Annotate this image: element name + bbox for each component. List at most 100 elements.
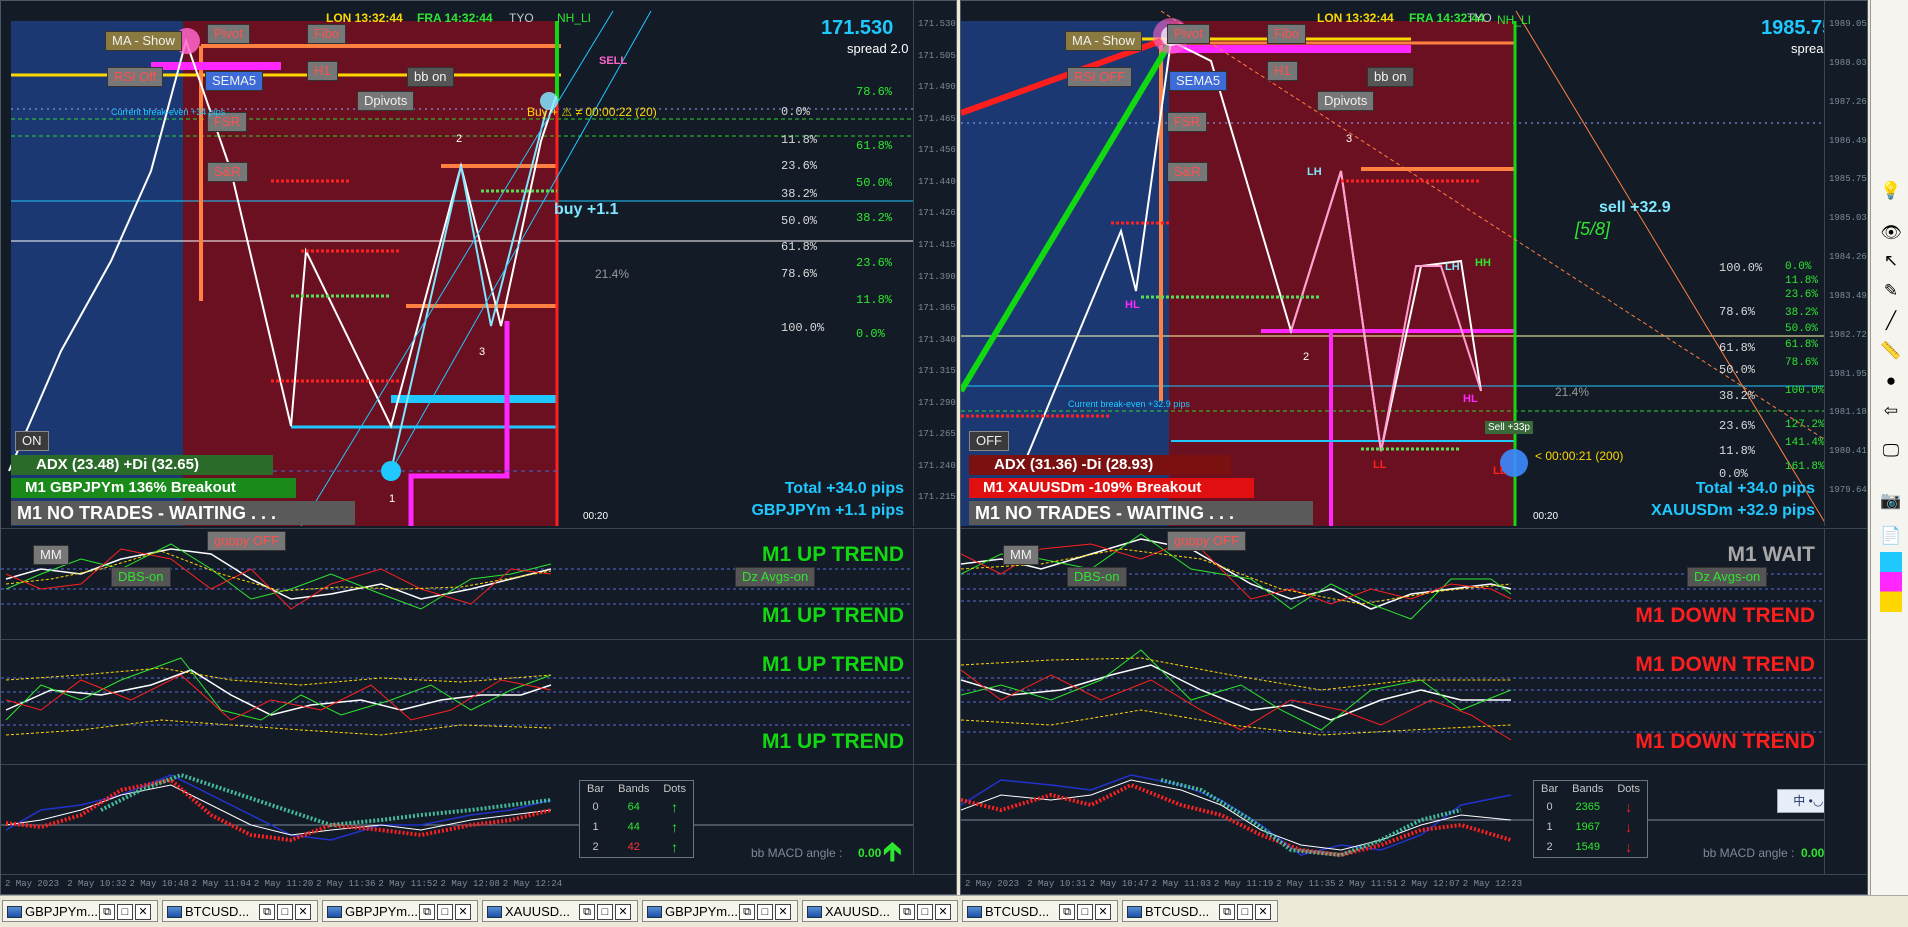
bar-bands-table: Bar Bands Dots 0 64 ↑ 1 44 ↑ 2 42 ↑: [579, 780, 694, 858]
close-icon[interactable]: ✕: [935, 904, 951, 920]
maximize-icon[interactable]: □: [1077, 904, 1093, 920]
sell-timer: < 00:00:21 (200): [1535, 449, 1624, 463]
cursor-icon[interactable]: ↖: [1880, 250, 1902, 272]
rsi-button[interactable]: RSI Off: [107, 67, 164, 87]
restore-icon[interactable]: ⧉: [739, 904, 755, 920]
close-icon[interactable]: ✕: [1255, 904, 1271, 920]
rsi-button[interactable]: RSI OFF: [1067, 67, 1133, 87]
oscillator-pane-1[interactable]: MM guppy OFF DBS-on Dz Avgs-on M1 WAIT M…: [961, 528, 1867, 639]
dz-avgs-button[interactable]: Dz Avgs-on: [1687, 567, 1768, 587]
macd-pane[interactable]: Bar Bands Dots 0 64 ↑ 1 44 ↑ 2 42 ↑ bb MACD angle :…: [1, 764, 956, 875]
bar-table-cell: 42: [627, 841, 640, 853]
chart-window-xauusd[interactable]: LON 13:32:44 FRA 14:32:44 TYO NH_LI 1985…: [960, 0, 1868, 895]
price-tick-label: 171.456: [918, 145, 956, 156]
mm-button[interactable]: MM: [33, 545, 69, 565]
restore-icon[interactable]: ⧉: [259, 904, 275, 920]
close-icon[interactable]: ✕: [775, 904, 791, 920]
dz-avgs-button[interactable]: Dz Avgs-on: [735, 567, 816, 587]
on-toggle-button[interactable]: ON: [15, 431, 49, 451]
sr-button[interactable]: S&R: [1167, 162, 1208, 182]
fsr-button[interactable]: FSR: [1167, 112, 1207, 132]
arrow-icon[interactable]: ⇦: [1880, 400, 1902, 422]
chart-window-gbpjpy[interactable]: LON 13:32:44 FRA 14:32:44 TYO NH_LI SELL…: [0, 0, 957, 895]
price-tick-label: 171.440: [918, 176, 956, 187]
bulb-icon[interactable]: 💡: [1880, 180, 1902, 202]
time-tick-label: 2 May 11:35: [1276, 879, 1336, 889]
oscillator-pane-2[interactable]: M1 DOWN TREND M1 DOWN TREND: [961, 639, 1867, 764]
restore-icon[interactable]: ⧉: [1219, 904, 1235, 920]
price-axis[interactable]: 171.530 171.505 171.490 171.465 171.456 171.4…: [913, 1, 956, 526]
chart-tab[interactable]: BTCUSD... ⧉ □ ✕: [962, 900, 1118, 922]
camera-icon[interactable]: 📷: [1880, 490, 1902, 512]
close-icon[interactable]: ✕: [615, 904, 631, 920]
chart-tab[interactable]: GBPJPYm... ⧉ □ ✕: [2, 900, 158, 922]
ruler-icon[interactable]: 📏: [1880, 340, 1902, 362]
ime-language-icon[interactable]: 中: [1793, 794, 1805, 808]
pivot-button[interactable]: Pivot: [207, 24, 250, 44]
restore-icon[interactable]: ⧉: [579, 904, 595, 920]
close-icon[interactable]: ✕: [455, 904, 471, 920]
mm-button[interactable]: MM: [1003, 545, 1039, 565]
chart-tab[interactable]: XAUUSD... ⧉ □ ✕: [482, 900, 638, 922]
dpivots-button[interactable]: Dpivots: [1317, 91, 1375, 111]
nh-label: NH_LI: [1497, 13, 1532, 27]
wave-label: 3: [479, 346, 486, 358]
main-price-pane[interactable]: LON 13:32:44 FRA 14:32:44 TYO NH_LI 1985…: [961, 1, 1867, 526]
chart-tab[interactable]: BTCUSD... ⧉ □ ✕: [162, 900, 318, 922]
h1-button[interactable]: H1: [307, 61, 338, 81]
oscillator-pane-2[interactable]: M1 UP TREND M1 UP TREND: [1, 639, 956, 764]
h1-button[interactable]: H1: [1267, 61, 1298, 81]
price-tick-label: 1981.180: [1829, 407, 1868, 418]
main-price-pane[interactable]: LON 13:32:44 FRA 14:32:44 TYO NH_LI SELL…: [1, 1, 956, 526]
line-icon[interactable]: ╱: [1880, 310, 1902, 332]
maximize-icon[interactable]: □: [757, 904, 773, 920]
chart-tab[interactable]: XAUUSD... ⧉ □ ✕: [802, 900, 958, 922]
page-icon[interactable]: 📄: [1880, 525, 1902, 547]
oscillator-pane-1[interactable]: MM guppy OFF DBS-on Dz Avgs-on M1 UP TRE…: [1, 528, 956, 639]
dpivots-button[interactable]: Dpivots: [357, 91, 415, 111]
bb-on-button[interactable]: bb on: [1367, 67, 1414, 87]
close-icon[interactable]: ✕: [1095, 904, 1111, 920]
chart-tab[interactable]: GBPJPYm... ⧉ □ ✕: [322, 900, 478, 922]
pivot-button[interactable]: Pivot: [1167, 24, 1210, 44]
guppy-button[interactable]: guppy OFF: [1167, 531, 1247, 551]
eye-icon[interactable]: 👁: [1880, 222, 1902, 244]
macd-pane[interactable]: BarBandsDots02365↓11967↓21549↓ 中 •◡ ☆ bb…: [961, 764, 1867, 875]
close-icon[interactable]: ✕: [135, 904, 151, 920]
maximize-icon[interactable]: □: [917, 904, 933, 920]
color-swatches-icon[interactable]: [1880, 552, 1902, 612]
restore-icon[interactable]: ⧉: [899, 904, 915, 920]
maximize-icon[interactable]: □: [437, 904, 453, 920]
dbs-button[interactable]: DBS-on: [1067, 567, 1127, 587]
bar-table-cell: 1967: [1575, 821, 1600, 833]
ime-punct-icon[interactable]: •◡: [1809, 794, 1824, 808]
sr-button[interactable]: S&R: [207, 162, 248, 182]
restore-icon[interactable]: ⧉: [1059, 904, 1075, 920]
fib-level-green-label: 38.2%: [1785, 307, 1819, 319]
ma-show-button[interactable]: MA - Show: [1065, 31, 1142, 51]
chart-tab[interactable]: BTCUSD... ⧉ □ ✕: [1122, 900, 1278, 922]
maximize-icon[interactable]: □: [277, 904, 293, 920]
maximize-icon[interactable]: □: [1237, 904, 1253, 920]
price-tick-label: 171.340: [918, 334, 956, 345]
fibo-button[interactable]: Fibo: [1267, 24, 1307, 44]
close-icon[interactable]: ✕: [295, 904, 311, 920]
off-toggle-button[interactable]: OFF: [969, 431, 1009, 451]
sema5-button[interactable]: SEMA5: [1169, 71, 1228, 91]
guppy-button[interactable]: guppy OFF: [207, 531, 287, 551]
price-axis[interactable]: 1989.050 1988.030 1987.260 1986.490 1985.755…: [1824, 1, 1867, 526]
sema5-button[interactable]: SEMA5: [205, 71, 264, 91]
fibo-button[interactable]: Fibo: [307, 24, 347, 44]
fib-level-label: 78.6%: [1719, 305, 1756, 319]
restore-icon[interactable]: ⧉: [419, 904, 435, 920]
maximize-icon[interactable]: □: [597, 904, 613, 920]
pencil-icon[interactable]: ✎: [1880, 280, 1902, 302]
chart-tab[interactable]: GBPJPYm... ⧉ □ ✕: [642, 900, 798, 922]
screen-icon[interactable]: 🖵: [1880, 440, 1902, 462]
maximize-icon[interactable]: □: [117, 904, 133, 920]
bb-on-button[interactable]: bb on: [407, 67, 454, 87]
ma-show-button[interactable]: MA - Show: [105, 31, 182, 51]
circle-icon[interactable]: ●: [1880, 370, 1902, 392]
restore-icon[interactable]: ⧉: [99, 904, 115, 920]
dbs-button[interactable]: DBS-on: [111, 567, 171, 587]
